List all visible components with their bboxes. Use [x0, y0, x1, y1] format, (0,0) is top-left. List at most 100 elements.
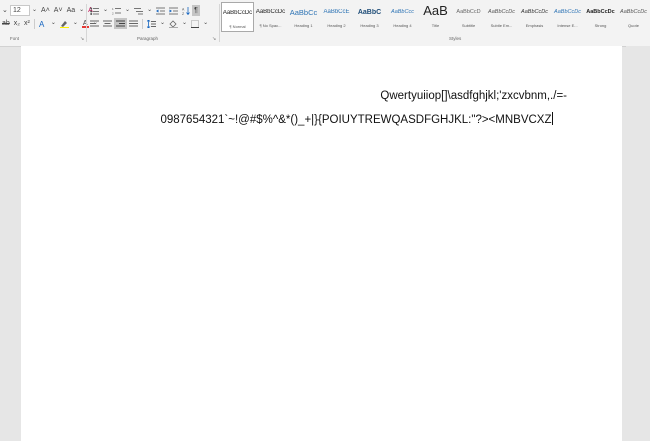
change-case-chevron-icon[interactable]: ⌄: [77, 5, 86, 16]
highlighter-icon: [59, 21, 69, 28]
shading-chevron-icon[interactable]: ⌄: [180, 18, 189, 29]
style-name: Quote: [628, 23, 639, 28]
document-line-2: 0987654321`~!@#$%^&*()_+|}{POIUYTREWQASD…: [160, 112, 553, 126]
show-formatting-button[interactable]: ¶: [192, 5, 200, 16]
sort-button[interactable]: AZ: [180, 5, 192, 16]
style-heading-4[interactable]: AaBbCcc Heading 4: [386, 2, 419, 32]
separator: [33, 18, 35, 29]
bullets-chevron-icon[interactable]: ⌄: [101, 5, 110, 16]
grow-font-button[interactable]: A˄: [39, 5, 52, 16]
bullets-button[interactable]: [88, 5, 101, 16]
shading-button[interactable]: [167, 18, 180, 29]
style-name: Heading 2: [327, 23, 346, 28]
strikethrough-button[interactable]: ab: [0, 18, 12, 29]
superscript-button[interactable]: x²: [22, 18, 32, 29]
change-case-button[interactable]: Aa: [65, 5, 78, 16]
ribbon: ⌄ 12 ⌄ A˄ A˅ Aa ⌄ A ab x₂ x² A ⌄ ⌄ A ⌄ F…: [0, 0, 650, 47]
shading-icon: [169, 19, 179, 28]
decrease-indent-button[interactable]: [154, 5, 167, 16]
align-left-icon: [90, 20, 99, 26]
svg-text:1: 1: [112, 7, 114, 11]
style-strong[interactable]: AaBbCcDc Strong: [584, 2, 617, 32]
style-subtle-emphasis[interactable]: AaBbCcDc Subtle Em...: [485, 2, 518, 32]
style-preview: AaBbCcDc: [620, 9, 647, 15]
style-preview: AaBbCcD: [456, 9, 481, 15]
style-name: ¶ Normal: [229, 24, 246, 29]
align-center-button[interactable]: [101, 18, 114, 29]
multilevel-list-icon: [134, 7, 144, 14]
style-name: Heading 4: [393, 23, 412, 28]
styles-group-label: Styles: [449, 36, 462, 41]
style-preview: AaBbCcDc: [586, 9, 615, 15]
multilevel-list-button[interactable]: [132, 5, 145, 16]
increase-indent-icon: [169, 7, 179, 14]
text-effects-button[interactable]: A: [37, 18, 49, 29]
bullets-icon: [90, 7, 99, 15]
borders-button[interactable]: [189, 18, 201, 29]
style-heading-3[interactable]: AaBbC Heading 3: [353, 2, 386, 32]
text-effects-icon: A: [39, 20, 45, 28]
font-size-chevron-icon[interactable]: ⌄: [30, 5, 39, 16]
font-row-1: ⌄ 12 ⌄ A˄ A˅ Aa ⌄ A: [0, 5, 95, 16]
style-heading-2[interactable]: AaBbCcE Heading 2: [320, 2, 353, 32]
document-line-1: Qwertyuiiop[]\asdfghjkl;'zxcvbnm,./=-: [380, 90, 567, 102]
line-spacing-button[interactable]: [145, 18, 158, 29]
paragraph-row-2: ⌄ ⌄ ⌄: [88, 18, 210, 29]
align-right-button[interactable]: [114, 18, 127, 29]
style-preview: AaBbCcDc: [521, 9, 548, 15]
style-intense-emphasis[interactable]: AaBbCcDc Intense E...: [551, 2, 584, 32]
styles-gallery: AaBbCcDc ¶ Normal AaBbCcDc ¶ No Spac... Aa…: [221, 2, 650, 32]
paragraph-row-1: ⌄ 12 ⌄ ⌄ AZ ¶: [88, 5, 200, 16]
align-right-icon: [116, 20, 125, 26]
subscript-button[interactable]: x₂: [12, 18, 22, 29]
style-name: Subtle Em...: [490, 23, 513, 28]
font-size-select[interactable]: 12: [10, 5, 30, 16]
align-left-button[interactable]: [88, 18, 101, 29]
numbering-chevron-icon[interactable]: ⌄: [123, 5, 132, 16]
paragraph-dialog-launcher-icon[interactable]: ↘: [212, 36, 216, 42]
line-2-text: 0987654321`~!@#$%^&*()_+|}{POIUYTREWQASD…: [160, 114, 552, 126]
style-preview: AaBbCcDc: [554, 9, 581, 15]
style-preview: AaB: [423, 3, 448, 18]
svg-text:2: 2: [112, 11, 114, 15]
numbering-button[interactable]: 12: [110, 5, 123, 16]
style-heading-1[interactable]: AaBbCc Heading 1: [287, 2, 320, 32]
increase-indent-button[interactable]: [167, 5, 180, 16]
shrink-font-button[interactable]: A˅: [52, 5, 65, 16]
line-spacing-chevron-icon[interactable]: ⌄: [158, 18, 167, 29]
style-normal[interactable]: AaBbCcDc ¶ Normal: [221, 2, 254, 32]
style-title[interactable]: AaB Title: [419, 2, 452, 32]
style-preview: AaBbCcDc: [222, 10, 253, 16]
svg-text:Z: Z: [182, 12, 185, 15]
font-row-2: ab x₂ x² A ⌄ ⌄ A ⌄: [0, 18, 100, 29]
highlight-chevron-icon[interactable]: ⌄: [71, 18, 80, 29]
multilevel-chevron-icon[interactable]: ⌄: [145, 5, 154, 16]
highlight-button[interactable]: [58, 18, 71, 29]
style-name: Subtitle: [461, 23, 476, 28]
style-name: Strong: [594, 23, 607, 28]
style-preview: AaBbCcDc: [255, 9, 286, 15]
group-divider: [219, 4, 220, 42]
style-preview: AaBbCcE: [323, 9, 350, 15]
font-dialog-launcher-icon[interactable]: ↘: [80, 36, 84, 42]
style-emphasis[interactable]: AaBbCcDc Emphasis: [518, 2, 551, 32]
style-name: Title: [431, 23, 440, 28]
style-subtitle[interactable]: AaBbCcD Subtitle: [452, 2, 485, 32]
align-center-icon: [103, 20, 112, 26]
style-no-spacing[interactable]: AaBbCcDc ¶ No Spac...: [254, 2, 287, 32]
justify-button[interactable]: [127, 18, 140, 29]
borders-chevron-icon[interactable]: ⌄: [201, 18, 210, 29]
document-page[interactable]: Qwertyuiiop[]\asdfghjkl;'zxcvbnm,./=- 09…: [21, 46, 622, 441]
vertical-scroll-area[interactable]: [626, 46, 650, 441]
separator: [142, 18, 143, 29]
svg-text:A: A: [182, 7, 185, 11]
font-size-value: 12: [13, 7, 21, 14]
numbering-icon: 12: [112, 7, 122, 15]
style-quote[interactable]: AaBbCcDc Quote: [617, 2, 650, 32]
style-name: Heading 3: [360, 23, 379, 28]
style-name: Intense E...: [557, 23, 578, 28]
font-name-dropdown-edge[interactable]: ⌄: [0, 5, 10, 16]
text-effects-chevron-icon[interactable]: ⌄: [49, 18, 58, 29]
justify-icon: [129, 20, 138, 26]
font-group-label: Font: [10, 36, 20, 41]
